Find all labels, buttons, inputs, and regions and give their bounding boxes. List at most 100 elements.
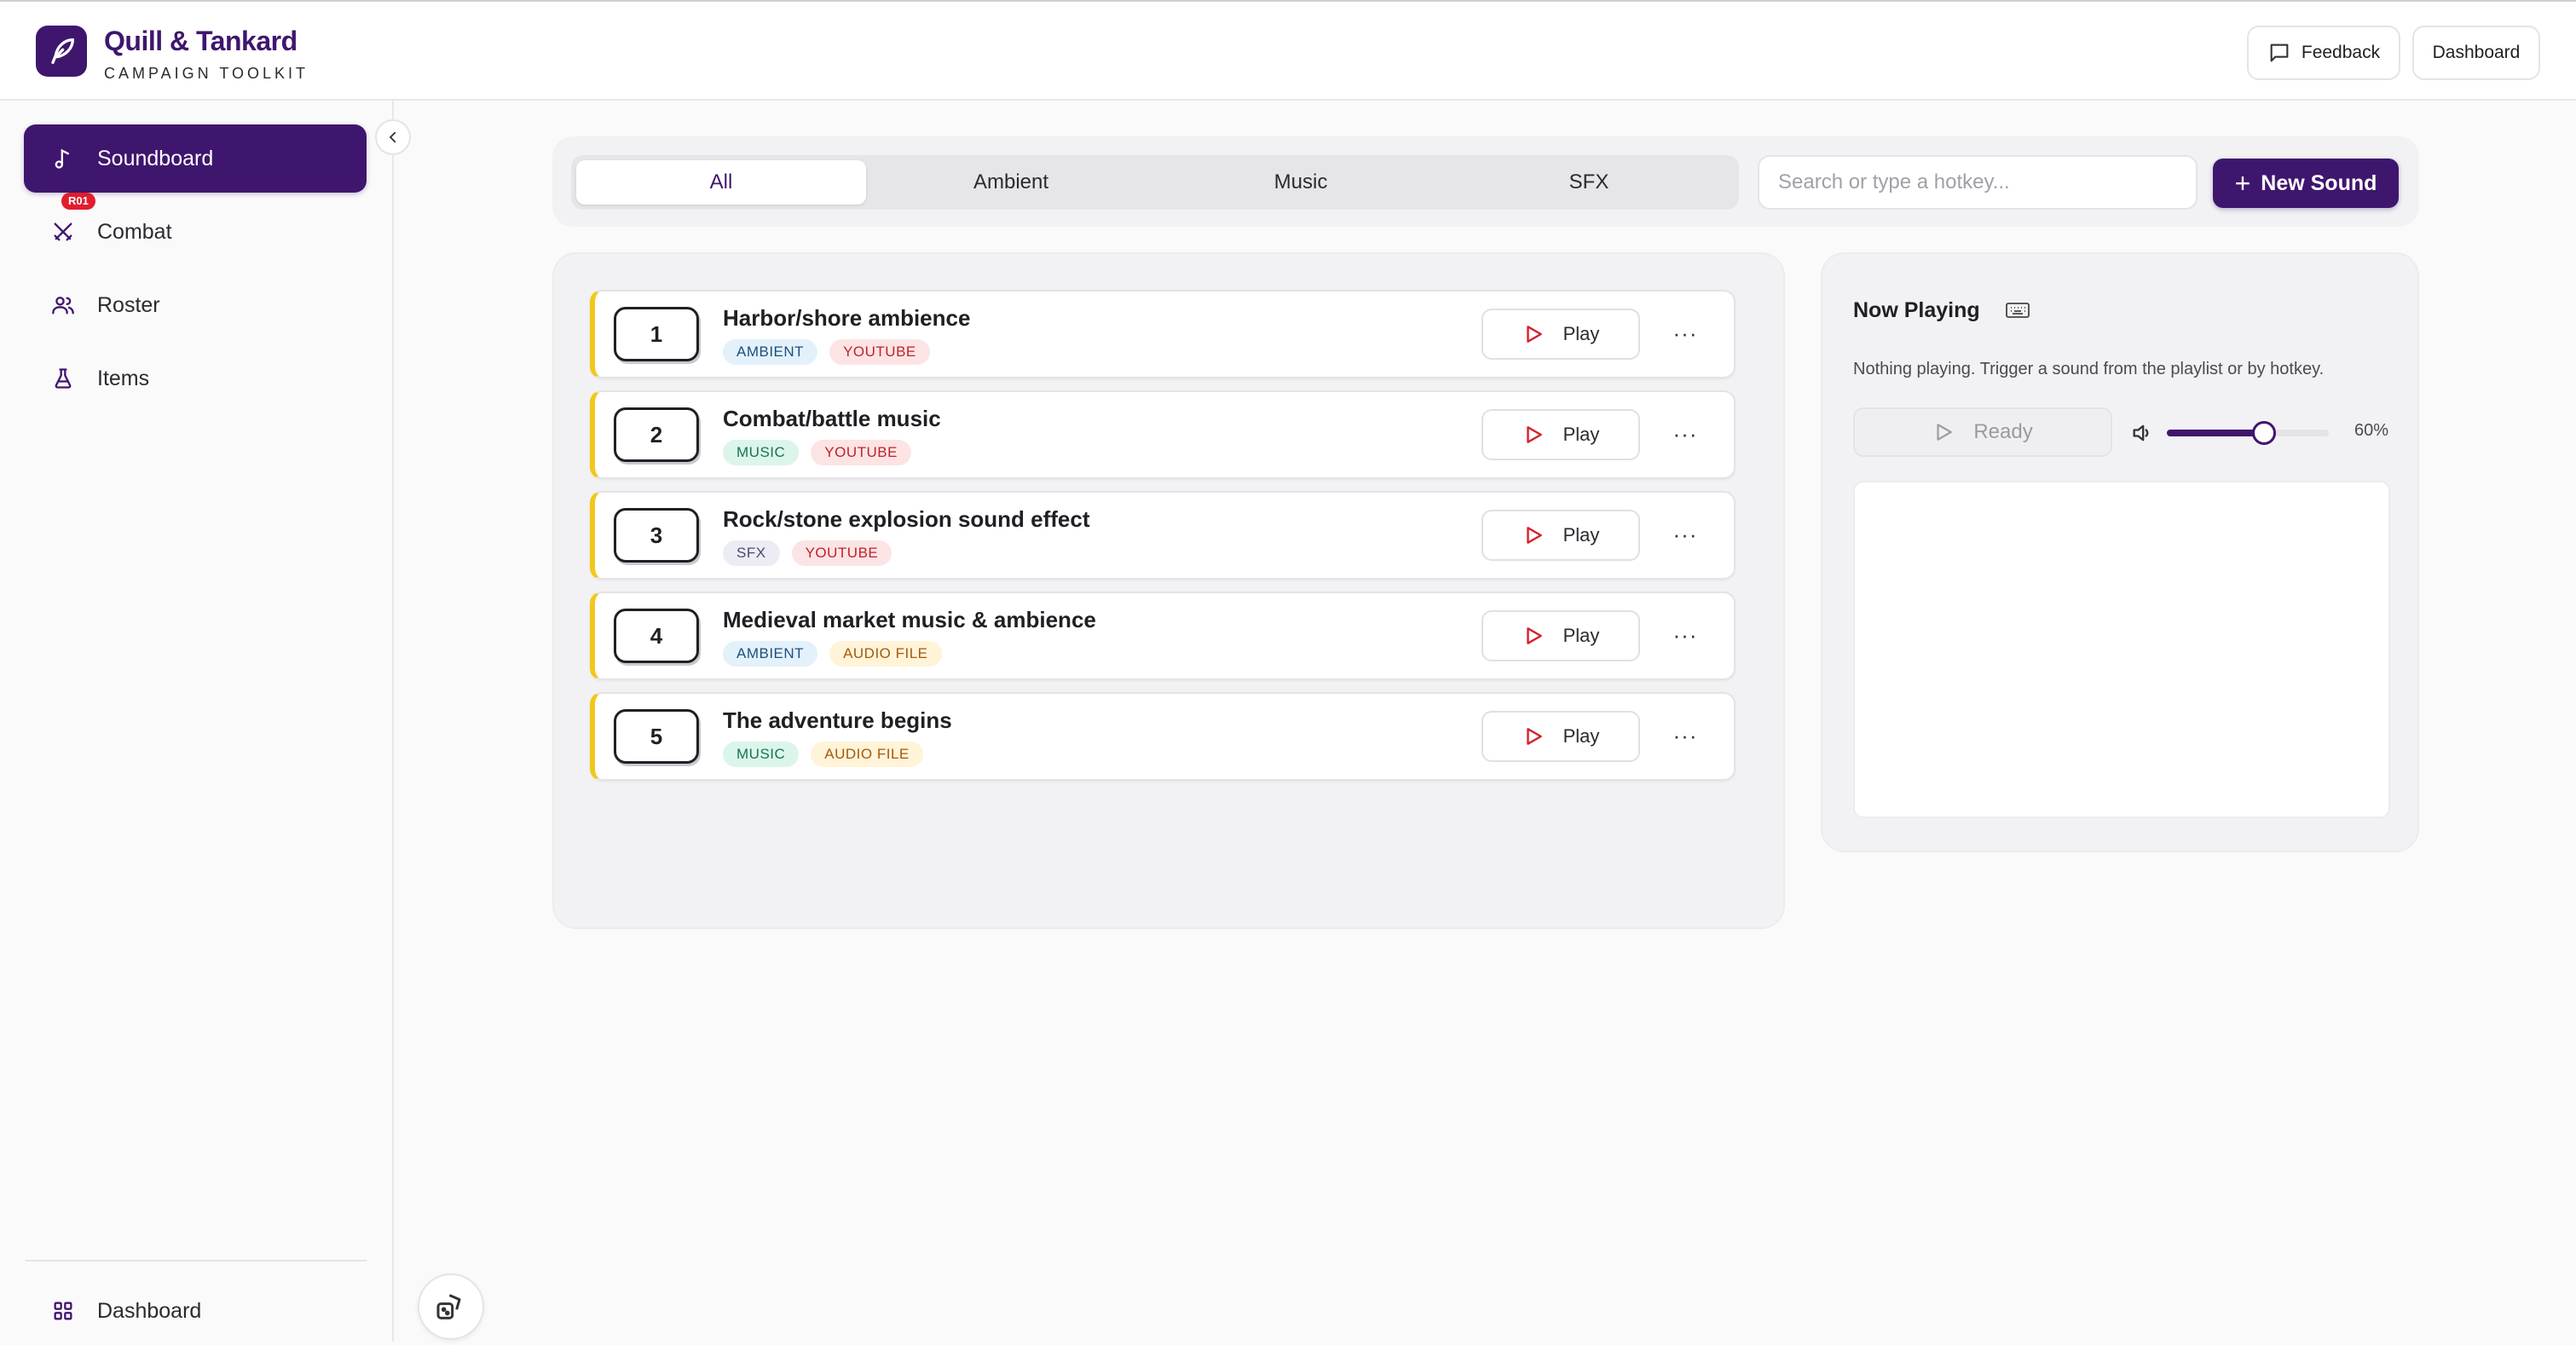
volume-slider-fill (2167, 430, 2264, 436)
grid-icon (54, 1302, 72, 1320)
play-button[interactable]: Play (1481, 409, 1640, 460)
collapse-sidebar-button[interactable] (375, 119, 411, 155)
sound-title: Combat/battle music (723, 406, 941, 431)
category-tag: SFX (723, 540, 780, 566)
top-bar: Quill & Tankard CAMPAIGN TOOLKIT Feedbac… (0, 0, 2576, 101)
volume-percent: 60% (2354, 421, 2389, 440)
play-label: Play (1562, 524, 1600, 546)
category-tabs: All Ambient Music SFX (571, 155, 1739, 210)
hotkey-key: 4 (614, 609, 699, 663)
play-button[interactable]: Play (1481, 711, 1640, 762)
category-tag: AMBIENT (723, 641, 818, 667)
player-area (1853, 481, 2390, 818)
feedback-button[interactable]: Feedback (2247, 26, 2400, 80)
users-icon (52, 297, 74, 315)
plus-icon: + (2234, 168, 2251, 199)
list-item[interactable]: 5 The adventure begins MUSIC AUDIO FILE … (590, 692, 1736, 781)
search-input[interactable] (1758, 155, 2198, 210)
sidebar-item-label: Items (97, 366, 150, 390)
sound-title: Medieval market music & ambience (723, 607, 1096, 632)
ready-button[interactable]: Ready (1853, 407, 2112, 457)
feedback-label: Feedback (2301, 43, 2381, 62)
crossed-swords-icon (54, 222, 72, 241)
dice-button[interactable] (418, 1273, 484, 1340)
hotkey-key: 1 (614, 307, 699, 361)
sidebar: Soundboard R01 Combat Roster Items Dashb… (0, 101, 394, 1342)
sidebar-item-dashboard[interactable]: Dashboard (24, 1277, 367, 1345)
dice-icon (436, 1294, 461, 1319)
chevron-left-icon (389, 131, 396, 143)
category-tag: AMBIENT (723, 339, 818, 365)
filter-bar: All Ambient Music SFX + New Sound (552, 136, 2419, 227)
more-options-icon[interactable]: ··· (1664, 714, 1707, 757)
tab-all[interactable]: All (576, 160, 866, 205)
quill-logo-icon[interactable] (36, 26, 87, 77)
now-playing-panel: Now Playing Nothing playing. Trigger a s… (1821, 252, 2419, 852)
message-icon (2270, 43, 2289, 62)
volume-slider-thumb[interactable] (2252, 421, 2276, 445)
sound-title: Rock/stone explosion sound effect (723, 506, 1090, 532)
brand-subtitle: CAMPAIGN TOOLKIT (104, 65, 309, 82)
source-tag: YOUTUBE (811, 440, 911, 465)
now-playing-description: Nothing playing. Trigger a sound from th… (1853, 360, 2325, 378)
more-options-icon[interactable]: ··· (1664, 312, 1707, 355)
play-icon (1526, 527, 1542, 544)
source-tag: YOUTUBE (829, 339, 930, 365)
source-tag: AUDIO FILE (811, 742, 923, 767)
more-options-icon[interactable]: ··· (1664, 614, 1707, 656)
list-item[interactable]: 3 Rock/stone explosion sound effect SFX … (590, 491, 1736, 580)
play-label: Play (1562, 323, 1600, 344)
tab-ambient[interactable]: Ambient (866, 160, 1156, 205)
ready-label: Ready (1973, 420, 2033, 443)
dashboard-button[interactable]: Dashboard (2412, 26, 2540, 80)
combat-round-badge: R01 (61, 193, 95, 210)
play-label: Play (1562, 625, 1600, 646)
sound-title: Harbor/shore ambience (723, 305, 971, 331)
sidebar-item-combat[interactable]: R01 Combat (24, 193, 367, 266)
play-icon (1937, 424, 1953, 441)
tab-music[interactable]: Music (1156, 160, 1446, 205)
sound-title: The adventure begins (723, 707, 952, 733)
play-label: Play (1562, 424, 1600, 445)
list-item[interactable]: 2 Combat/battle music MUSIC YOUTUBE Play… (590, 390, 1736, 479)
play-icon (1526, 426, 1542, 443)
music-note-icon (55, 148, 70, 169)
sidebar-item-items[interactable]: Items (24, 344, 367, 413)
play-button[interactable]: Play (1481, 610, 1640, 661)
volume-icon[interactable] (2129, 421, 2155, 445)
sidebar-item-label: Soundboard (97, 146, 214, 170)
new-sound-button[interactable]: + New Sound (2213, 159, 2399, 208)
sidebar-divider (26, 1260, 367, 1261)
source-tag: AUDIO FILE (829, 641, 942, 667)
flask-icon (55, 368, 72, 389)
hotkey-key: 3 (614, 508, 699, 563)
category-tag: MUSIC (723, 742, 800, 767)
more-options-icon[interactable]: ··· (1664, 413, 1707, 455)
hotkey-key: 2 (614, 407, 699, 462)
play-icon (1526, 627, 1542, 644)
sidebar-item-label: Roster (97, 292, 160, 317)
play-button[interactable]: Play (1481, 510, 1640, 561)
play-label: Play (1562, 725, 1600, 747)
category-tag: MUSIC (723, 440, 800, 465)
brand-title: Quill & Tankard (104, 26, 297, 56)
playlist-panel: 1 Harbor/shore ambience AMBIENT YOUTUBE … (552, 252, 1785, 929)
hotkey-key: 5 (614, 709, 699, 764)
list-item[interactable]: 1 Harbor/shore ambience AMBIENT YOUTUBE … (590, 290, 1736, 378)
sidebar-item-label: Dashboard (97, 1298, 202, 1323)
list-item[interactable]: 4 Medieval market music & ambience AMBIE… (590, 592, 1736, 680)
source-tag: YOUTUBE (791, 540, 892, 566)
keyboard-icon[interactable] (2005, 300, 2030, 320)
play-icon (1526, 728, 1542, 745)
sidebar-item-soundboard[interactable]: Soundboard (24, 124, 367, 193)
play-button[interactable]: Play (1481, 309, 1640, 360)
sidebar-item-roster[interactable]: Roster (24, 271, 367, 339)
dashboard-label: Dashboard (2432, 43, 2521, 62)
now-playing-title: Now Playing (1853, 298, 1980, 322)
more-options-icon[interactable]: ··· (1664, 513, 1707, 556)
new-sound-label: New Sound (2261, 170, 2377, 195)
tab-sfx[interactable]: SFX (1444, 160, 1734, 205)
sidebar-item-label: Combat (97, 219, 172, 244)
volume-slider[interactable] (2167, 421, 2329, 445)
play-icon (1526, 326, 1542, 343)
